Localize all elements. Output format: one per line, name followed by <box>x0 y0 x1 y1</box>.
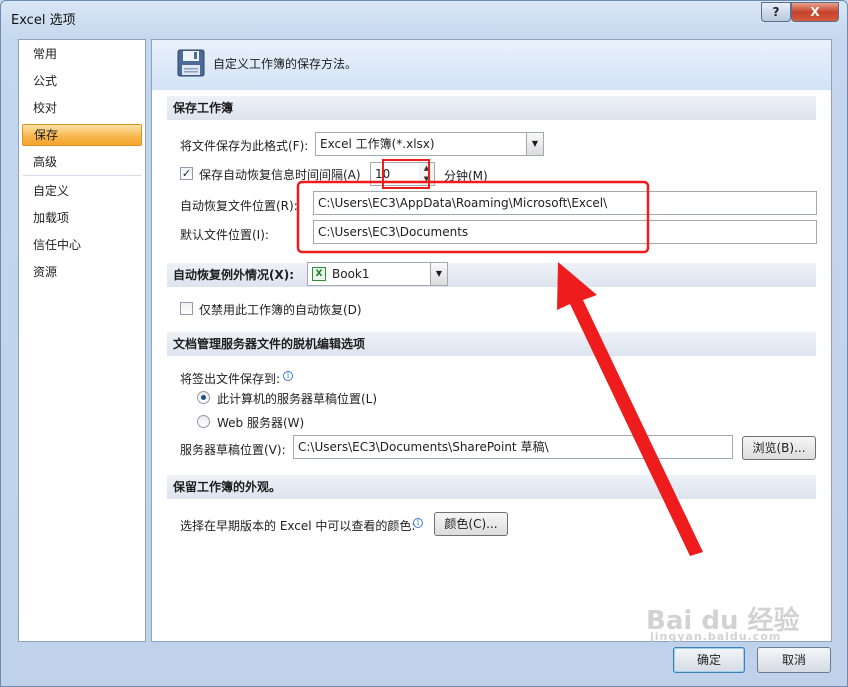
watermark-sub: jingyan.baidu.com <box>650 630 782 643</box>
tutorial-annotation <box>296 159 703 556</box>
annotation-interval-box <box>382 159 430 189</box>
annotation-arrow <box>557 262 703 556</box>
annotation-highlight-box <box>296 180 650 254</box>
baidu-watermark: Bai du 经验 jingyan.baidu.com <box>646 600 800 643</box>
